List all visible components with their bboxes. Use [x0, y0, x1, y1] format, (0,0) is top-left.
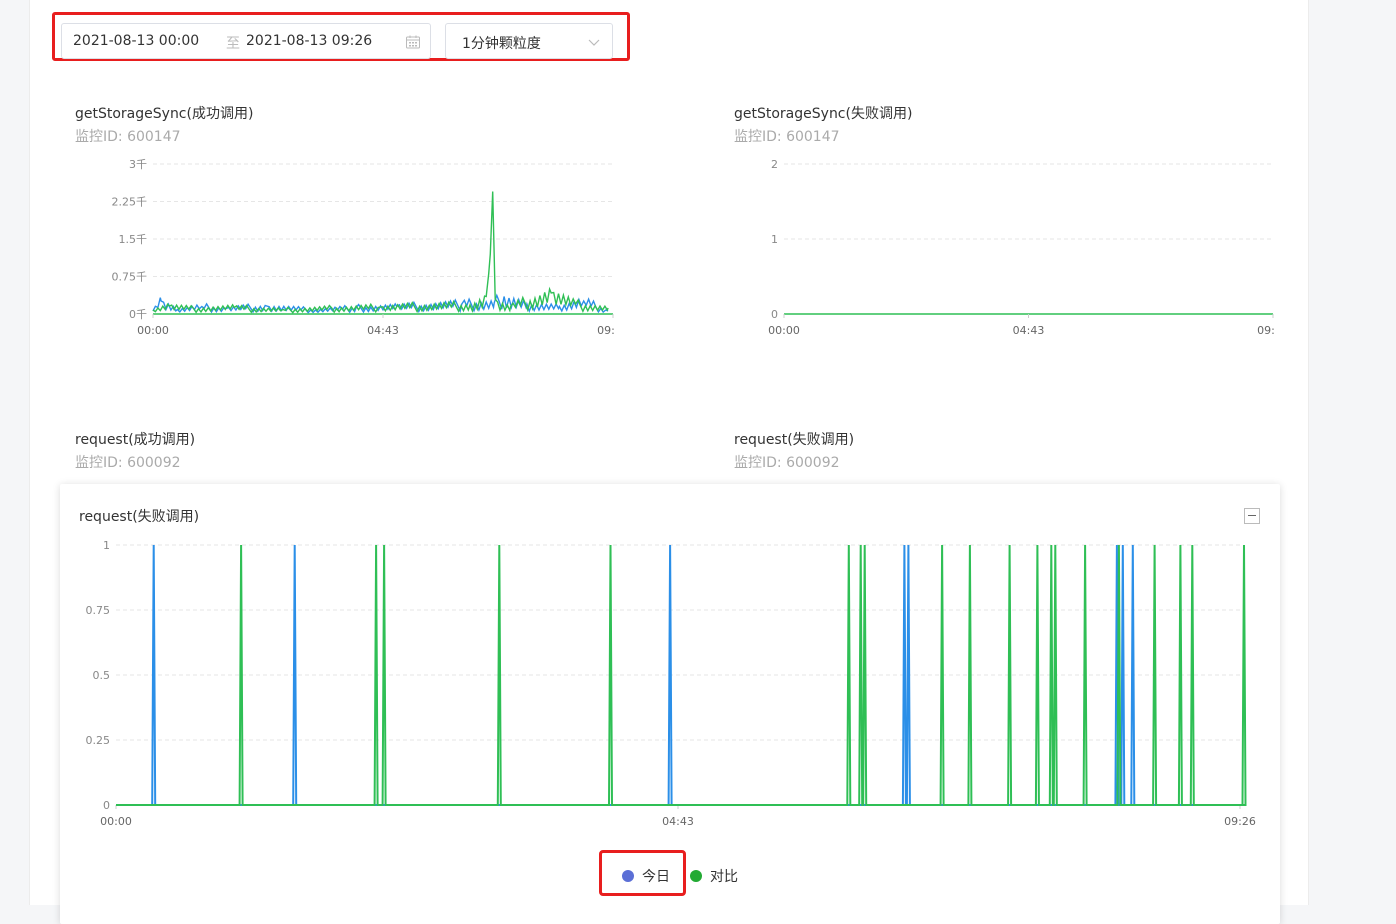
y-tick-label: 0: [103, 799, 110, 812]
panel-monitor-id: 监控ID: 600092: [734, 455, 840, 471]
x-tick-label: 00:00: [768, 324, 800, 337]
collapse-icon[interactable]: [1244, 508, 1260, 524]
chart-panel-request-success: request(成功调用) 监控ID: 600092: [75, 429, 615, 479]
y-tick-label: 1.5千: [119, 233, 148, 246]
legend-dot-today: [622, 870, 634, 882]
y-tick-label: 0千: [129, 308, 147, 321]
legend-dot-compare: [690, 870, 702, 882]
y-tick-label: 3千: [129, 158, 147, 171]
legend-label-compare: 对比: [710, 869, 738, 885]
success-line-chart: 0千 0.75千 1.5千 2.25千 3千 00:00 04:43 09:26: [112, 158, 616, 337]
panel-title: getStorageSync(成功调用): [75, 106, 254, 122]
dashboard-page: 2021-08-13 00:00 至 2021-08-13 09:26 1分钟颗…: [29, 0, 1309, 924]
x-tick-label: 09:26: [1257, 324, 1274, 337]
calendar-icon[interactable]: [405, 34, 421, 50]
x-tick-label: 00:00: [100, 815, 132, 828]
y-tick-label: 0.75: [86, 604, 111, 617]
panel-monitor-id: 监控ID: 600147: [734, 129, 840, 145]
x-tick-label: 04:43: [1013, 324, 1045, 337]
chart-panel-request-failure: request(失败调用) 监控ID: 600092: [734, 429, 1274, 479]
request-failure-line-chart: 0 0.25 0.5 0.75 1 00:00 04:43 09:26: [86, 539, 1256, 828]
y-tick-label: 1: [771, 233, 778, 246]
y-tick-label: 0.75千: [112, 271, 148, 284]
date-range-picker[interactable]: 2021-08-13 00:00 至 2021-08-13 09:26: [61, 23, 431, 59]
chevron-down-icon: [588, 39, 600, 46]
x-tick-label: 09:26: [1224, 815, 1256, 828]
y-tick-label: 0: [771, 308, 778, 321]
range-end-value[interactable]: 2021-08-13 09:26: [246, 33, 372, 49]
legend-label-today: 今日: [642, 869, 670, 885]
y-tick-label: 2: [771, 158, 778, 171]
legend-item-compare[interactable]: 对比: [690, 866, 738, 886]
granularity-value: 1分钟颗粒度: [462, 36, 541, 52]
x-tick-label: 09:26: [597, 324, 615, 337]
x-tick-label: 00:00: [137, 324, 169, 337]
panel-title: request(失败调用): [734, 432, 855, 448]
range-start-value[interactable]: 2021-08-13 00:00: [73, 33, 199, 49]
range-separator: 至: [226, 36, 240, 52]
y-tick-label: 1: [103, 539, 110, 552]
granularity-select[interactable]: 1分钟颗粒度: [445, 23, 613, 59]
filter-toolbar-highlight: 2021-08-13 00:00 至 2021-08-13 09:26 1分钟颗…: [52, 12, 630, 61]
legend-item-today[interactable]: 今日: [622, 866, 670, 886]
panel-monitor-id: 监控ID: 600092: [75, 455, 181, 471]
x-tick-label: 04:43: [662, 815, 694, 828]
failure-line-chart: 0 1 2 00:00 04:43 09:26: [768, 158, 1274, 337]
panel-monitor-id: 监控ID: 600147: [75, 129, 181, 145]
chart-panel-getstorage-success: getStorageSync(成功调用) 监控ID: 600147 0千 0.75…: [75, 103, 615, 343]
y-tick-label: 0.5: [93, 669, 111, 682]
series-line-compare: [152, 191, 609, 314]
y-tick-label: 0.25: [86, 734, 111, 747]
y-tick-label: 2.25千: [112, 196, 148, 209]
chart-panel-getstorage-failure: getStorageSync(失败调用) 监控ID: 600147 0 1 2 00:…: [734, 103, 1274, 343]
expanded-chart-title: request(失败调用): [79, 509, 200, 525]
panel-title: getStorageSync(失败调用): [734, 106, 913, 122]
x-tick-label: 04:43: [367, 324, 399, 337]
panel-title: request(成功调用): [75, 432, 196, 448]
